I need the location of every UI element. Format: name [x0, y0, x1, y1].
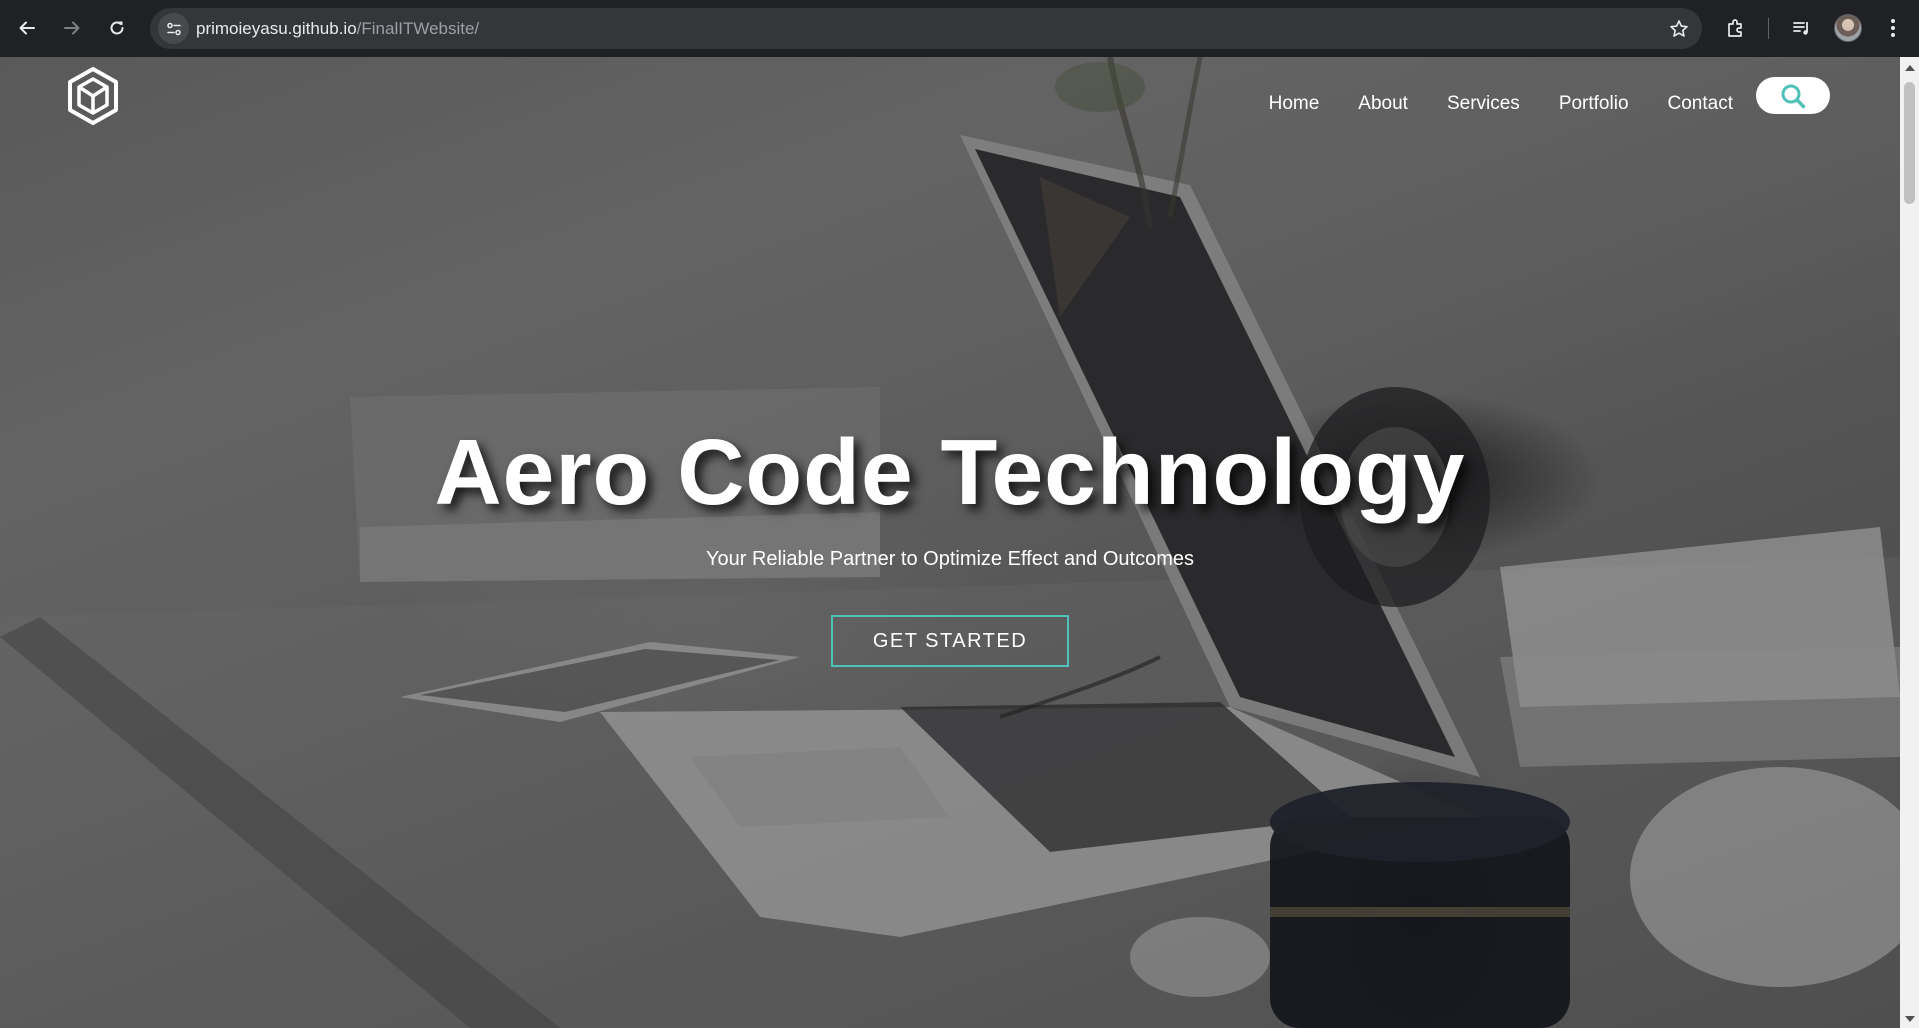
extensions-button[interactable]	[1718, 10, 1754, 46]
profile-avatar[interactable]	[1834, 14, 1862, 42]
bookmark-star-icon	[1669, 19, 1688, 37]
hero-title: Aero Code Technology	[434, 420, 1466, 524]
extensions-icon	[1728, 19, 1742, 37]
site-info-icon	[166, 22, 181, 35]
url-path: /FinalITWebsite/	[356, 19, 480, 38]
browser-toolbar: primoieyasu.github.io/FinalITWebsite/	[0, 0, 1919, 57]
back-button[interactable]	[9, 10, 45, 46]
reload-button[interactable]	[99, 10, 135, 46]
bookmark-button[interactable]	[1663, 13, 1694, 44]
hero-subtitle: Your Reliable Partner to Optimize Effect…	[705, 548, 1195, 570]
toolbar-divider	[1768, 18, 1769, 39]
back-icon	[19, 21, 35, 35]
more-menu-button[interactable]	[1875, 10, 1911, 46]
url-text[interactable]: primoieyasu.github.io/FinalITWebsite/	[196, 8, 479, 49]
page-scrollbar[interactable]	[1900, 57, 1919, 1028]
page-viewport: Home About Services Portfolio Contact Ae…	[0, 57, 1900, 1028]
address-bar[interactable]: primoieyasu.github.io/FinalITWebsite/	[150, 8, 1702, 49]
url-host: primoieyasu.github.io	[196, 19, 357, 38]
forward-button[interactable]	[54, 10, 90, 46]
media-controls-icon	[1793, 22, 1808, 35]
forward-icon	[64, 21, 80, 35]
more-menu-icon	[1891, 19, 1895, 37]
scrollbar-thumb[interactable]	[1904, 82, 1915, 204]
get-started-button[interactable]: GET STARTED	[831, 615, 1069, 667]
site-info-button[interactable]	[158, 13, 189, 44]
reload-icon	[110, 21, 124, 35]
scroll-down-arrow-icon[interactable]	[1905, 1016, 1915, 1022]
hero-section: Aero Code Technology Your Reliable Partn…	[0, 57, 1900, 1028]
scroll-up-arrow-icon[interactable]	[1905, 65, 1915, 71]
media-controls-button[interactable]	[1784, 10, 1820, 46]
